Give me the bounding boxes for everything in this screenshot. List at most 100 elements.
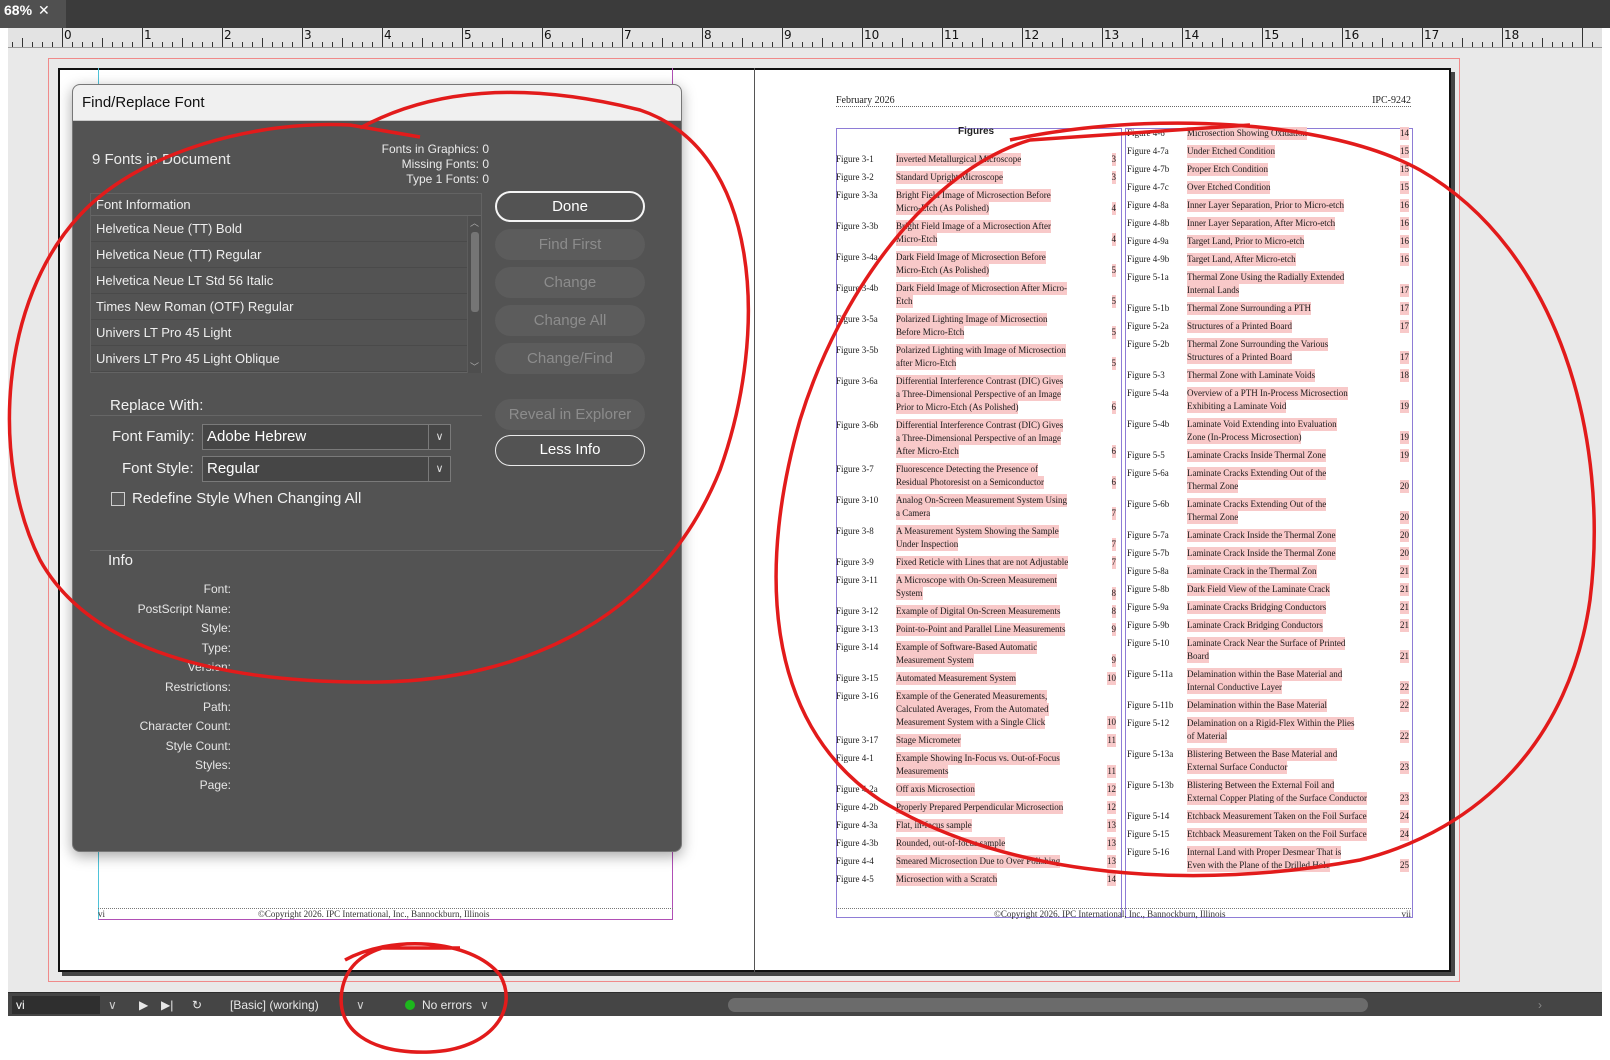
chevron-down-icon[interactable]: ∨ xyxy=(428,457,450,481)
figure-page: 7 xyxy=(1111,556,1116,569)
font-list-item[interactable]: Helvetica Neue LT Std 56 Italic xyxy=(91,268,481,294)
ruler-tick xyxy=(592,42,593,47)
change-find-button[interactable]: Change/Find xyxy=(495,343,645,374)
ruler-tick xyxy=(712,42,713,47)
figure-entry: Figure 4-1 Example Showing In-Focus vs. O… xyxy=(836,752,1118,778)
figure-number: Figure 4-4 xyxy=(836,856,874,866)
figure-number: Figure 3-3b xyxy=(836,221,879,231)
reveal-in-explorer-button[interactable]: Reveal in Explorer xyxy=(495,399,645,430)
figure-number: Figure 5-10 xyxy=(1127,638,1170,648)
font-list-item[interactable]: Univers LT Pro 45 Light xyxy=(91,320,481,346)
ruler-tick xyxy=(122,42,123,47)
figure-entry: Figure 5-15 Etchback Measurement Taken on… xyxy=(1127,828,1411,841)
font-list-item[interactable]: Helvetica Neue (TT) Regular xyxy=(91,242,481,268)
figure-page: 12 xyxy=(1107,801,1116,814)
ruler-tick xyxy=(1072,42,1073,47)
find-first-button[interactable]: Find First xyxy=(495,229,645,260)
figure-page: 4 xyxy=(1111,233,1116,246)
page-number-field[interactable]: vi xyxy=(12,996,100,1014)
chevron-down-icon[interactable]: ∨ xyxy=(428,425,450,449)
close-icon[interactable]: ✕ xyxy=(38,2,50,18)
scroll-right-icon[interactable]: › xyxy=(1538,996,1542,1014)
chevron-down-icon[interactable]: ∨ xyxy=(356,996,365,1014)
ruler-tick xyxy=(1082,42,1083,47)
figure-title: Automated Measurement System xyxy=(896,672,1016,685)
figure-title: Dark Field Image of Microsection Before xyxy=(896,251,1046,264)
figure-page: 19 xyxy=(1400,449,1409,462)
figure-title: Polarized Lighting Image of Microsection xyxy=(896,313,1048,326)
figure-number: Figure 5-9b xyxy=(1127,620,1170,630)
change-all-button[interactable]: Change All xyxy=(495,305,645,336)
font-list-item[interactable]: Times New Roman (OTF) Regular xyxy=(91,294,481,320)
figure-number: Figure 3-7 xyxy=(836,464,874,474)
ruler-tick xyxy=(1502,28,1503,47)
change-button[interactable]: Change xyxy=(495,267,645,298)
ruler-tick xyxy=(1092,42,1093,47)
figure-page: 12 xyxy=(1107,783,1116,796)
ruler-tick xyxy=(702,28,703,47)
ruler-tick xyxy=(362,42,363,47)
font-list-scrollbar[interactable]: ︿ ﹀ xyxy=(467,216,481,373)
ruler-tick xyxy=(862,28,863,47)
header-doc-id: IPC-9242 xyxy=(1372,95,1411,106)
figure-entry: Figure 5-4a Overview of a PTH In-Process … xyxy=(1127,387,1411,413)
less-info-button[interactable]: Less Info xyxy=(495,435,645,466)
figure-page: 21 xyxy=(1400,619,1409,632)
next-page-icon[interactable]: ▶ xyxy=(139,996,148,1014)
scroll-thumb[interactable] xyxy=(471,232,479,312)
redefine-style-label[interactable]: Redefine Style When Changing All xyxy=(132,490,361,507)
redefine-style-checkbox[interactable] xyxy=(111,492,125,506)
font-family-dropdown[interactable]: Adobe Hebrew ∨ xyxy=(202,424,451,450)
figure-entry: Figure 5-11a Delamination within the Base… xyxy=(1127,668,1411,694)
ruler-number: 16 xyxy=(1344,28,1360,42)
scroll-left-icon[interactable]: ‹ xyxy=(503,996,507,1014)
last-page-icon[interactable]: ▶| xyxy=(161,996,173,1014)
done-button[interactable]: Done xyxy=(495,191,645,222)
chevron-down-icon[interactable]: ∨ xyxy=(480,996,489,1014)
font-family-value: Adobe Hebrew xyxy=(207,428,307,445)
figure-title: Differential Interference Contrast (DIC)… xyxy=(896,419,1064,432)
ruler-tick xyxy=(262,38,263,47)
refresh-icon[interactable]: ↻ xyxy=(192,996,202,1014)
horizontal-ruler[interactable]: 0 1 2 3 4 5 6 7 8 9 10 11 12 13 14 15 16 17 18 xyxy=(8,28,1602,48)
figure-title: Structures of a Printed Board xyxy=(1187,351,1292,364)
preflight-status[interactable]: No errors xyxy=(422,996,472,1014)
ruler-tick xyxy=(552,42,553,47)
horizontal-scrollbar[interactable] xyxy=(728,998,1368,1012)
figure-number: Figure 5-1b xyxy=(1127,303,1170,313)
figure-entry: Figure 3-13 Point-to-Point and Parallel L… xyxy=(836,623,1118,636)
figure-page: 13 xyxy=(1107,855,1116,868)
figure-entry: Figure 3-5b Polarized Lighting with Image… xyxy=(836,344,1118,370)
figure-number: Figure 3-13 xyxy=(836,624,879,634)
document-tab[interactable]: 68% ✕ xyxy=(0,0,66,28)
figure-entry: Figure 4-7b Proper Etch Condition 15 xyxy=(1127,163,1411,176)
ruler-tick xyxy=(612,42,613,47)
font-list[interactable]: Font Information Helvetica Neue (TT) Bol… xyxy=(90,193,482,373)
font-style-dropdown[interactable]: Regular ∨ xyxy=(202,456,451,482)
figure-title: Dark Field Image of Microsection After M… xyxy=(896,282,1067,295)
spread-spine xyxy=(754,68,755,972)
ruler-tick xyxy=(572,42,573,47)
figure-number: Figure 3-6a xyxy=(836,376,878,386)
scroll-up-icon[interactable]: ︿ xyxy=(470,216,479,229)
figure-entry: Figure 3-5a Polarized Lighting Image of M… xyxy=(836,313,1118,339)
figure-page: 7 xyxy=(1111,507,1116,520)
ruler-tick xyxy=(1352,42,1353,47)
figure-number: Figure 3-6b xyxy=(836,420,879,430)
ruler-tick xyxy=(692,42,693,47)
ruler-tick xyxy=(892,42,893,47)
ruler-tick xyxy=(302,28,303,47)
font-list-item[interactable]: Univers LT Pro 45 Light Oblique xyxy=(91,346,481,372)
chevron-down-icon[interactable]: ∨ xyxy=(108,996,117,1014)
ruler-tick xyxy=(222,28,223,47)
ruler-tick xyxy=(982,38,983,47)
figure-title: Polarized Lighting with Image of Microse… xyxy=(896,344,1066,357)
ruler-tick xyxy=(1142,38,1143,47)
dialog-title[interactable]: Find/Replace Font xyxy=(73,85,681,121)
font-list-item[interactable]: Helvetica Neue (TT) Bold xyxy=(91,216,481,242)
style-status[interactable]: [Basic] (working) xyxy=(230,996,319,1014)
figure-entry: Figure 3-16 Example of the Generated Meas… xyxy=(836,690,1118,729)
figure-entry: Figure 3-4a Dark Field Image of Microsect… xyxy=(836,251,1118,277)
scroll-down-icon[interactable]: ﹀ xyxy=(470,360,479,373)
ruler-tick xyxy=(392,42,393,47)
